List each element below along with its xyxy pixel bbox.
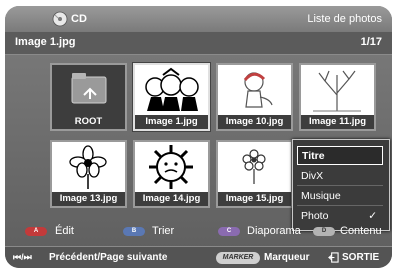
menu-option-musique[interactable]: Musique xyxy=(297,187,383,206)
menu-option-label: Musique xyxy=(301,190,341,202)
menu-option-label: DivX xyxy=(301,170,324,182)
action-sort[interactable]: Trier xyxy=(152,225,174,237)
red-key-a-icon: A xyxy=(25,227,47,236)
thumbnail-image-14[interactable]: Image 14.jpg xyxy=(133,140,210,208)
thumbnail-label: Image 10.jpg xyxy=(218,115,291,129)
footer-marker-label: Marqueur xyxy=(264,252,310,263)
menu-option-divx[interactable]: DivX xyxy=(297,167,383,186)
menu-option-photo[interactable]: Photo ✓ xyxy=(297,207,383,226)
footer-nav-label: Précédent/Page suivante xyxy=(49,252,168,263)
marker-key-icon: MARKER xyxy=(216,252,260,264)
grey-key-d-icon: D xyxy=(313,227,335,236)
content-menu-popup: Titre DivX Musique Photo ✓ xyxy=(292,139,390,231)
thumbnail-label: Image 15.jpg xyxy=(218,192,291,206)
footer-exit-label[interactable]: SORTIE xyxy=(342,252,379,263)
photo-thumbnail xyxy=(145,67,199,111)
thumbnail-label: Image 13.jpg xyxy=(52,192,125,206)
thumbnail-label: Image 11.jpg xyxy=(301,115,374,129)
menu-option-titre[interactable]: Titre xyxy=(297,146,383,165)
photo-list-window: CD Liste de photos Image 1.jpg 1/17 ROOT xyxy=(5,6,392,268)
photo-thumbnail xyxy=(313,70,361,112)
device-label: CD xyxy=(71,13,87,25)
page-counter: 1/17 xyxy=(360,36,382,48)
disc-icon xyxy=(52,11,68,27)
photo-thumbnail xyxy=(149,145,193,189)
action-content[interactable]: Contenu xyxy=(340,225,382,237)
exit-icon xyxy=(328,252,339,263)
skip-prev-next-icon: ⏮/⏭ xyxy=(13,252,32,262)
current-file-name: Image 1.jpg xyxy=(15,36,76,48)
folder-icon xyxy=(71,73,107,104)
thumbnail-label: Image 1.jpg xyxy=(135,115,208,129)
menu-option-label: Titre xyxy=(302,150,325,162)
photo-thumbnail xyxy=(69,145,107,189)
photo-thumbnail xyxy=(243,72,273,108)
thumbnail-image-13[interactable]: Image 13.jpg xyxy=(50,140,127,208)
thumbnail-image-1[interactable]: Image 1.jpg xyxy=(133,63,210,131)
thumbnail-image-10[interactable]: Image 10.jpg xyxy=(216,63,293,131)
thumbnail-root-folder[interactable]: ROOT xyxy=(50,63,127,131)
menu-title: Liste de photos xyxy=(307,13,382,25)
screen: CD Liste de photos Image 1.jpg 1/17 ROOT xyxy=(0,0,396,272)
thumbnail-image-15[interactable]: Image 15.jpg xyxy=(216,140,293,208)
thumbnail-image-11[interactable]: Image 11.jpg xyxy=(299,63,376,131)
action-slideshow[interactable]: Diaporama xyxy=(247,225,301,237)
thumbnail-label: ROOT xyxy=(52,115,125,129)
thumbnail-label: Image 14.jpg xyxy=(135,192,208,206)
purple-key-c-icon: C xyxy=(218,227,240,236)
action-edit[interactable]: Édit xyxy=(55,225,74,237)
checkmark-icon: ✓ xyxy=(368,210,377,222)
photo-thumbnail xyxy=(242,149,266,184)
blue-key-b-icon: B xyxy=(123,227,145,236)
menu-option-label: Photo xyxy=(301,210,329,222)
